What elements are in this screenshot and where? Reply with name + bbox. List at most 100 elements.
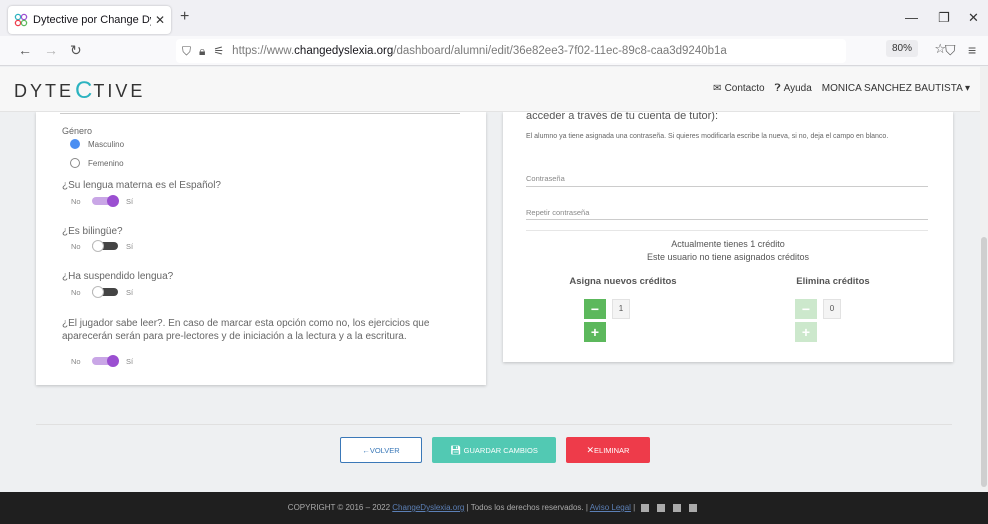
account-credits-card: acceder a través de tu cuenta de tutor):… (503, 112, 953, 362)
permissions-icon[interactable]: ⚟ (213, 44, 224, 58)
toggle-yes-label: Sí (126, 197, 134, 206)
gender-female-radio[interactable] (70, 158, 80, 168)
user-name: MONICA SANCHEZ BAUTISTA (821, 83, 963, 94)
changedyslexia-link[interactable]: ChangeDyslexia.org (392, 503, 464, 512)
rights-text: | Todos los derechos reservados. | (464, 503, 590, 512)
question-bilingual: ¿Es bilingüe? (62, 226, 123, 237)
lock-icon[interactable]: 🔒︎ (199, 44, 205, 59)
logo-c-mark: C (75, 77, 93, 104)
remove-decrement-button[interactable]: − (795, 299, 817, 319)
toggle-yes-label: Sí (126, 357, 134, 366)
bilingual-toggle[interactable] (92, 240, 120, 252)
site-header: DYTE C TIVE ✉ Contacto ❓︎ Ayuda MONICA SANCH… (0, 67, 988, 112)
contact-link[interactable]: ✉ Contacto (713, 83, 764, 94)
toggle-yes-label: Sí (126, 288, 134, 297)
main-content: Género Masculino Femenino ¿Su lengua mat… (0, 112, 980, 492)
linkedin-icon[interactable] (656, 503, 665, 512)
tutor-account-title: acceder a través de tu cuenta de tutor): (526, 112, 719, 122)
copyright-text: COPYRIGHT © 2016 – 2022 (287, 503, 393, 512)
toggle-no-label: No (71, 197, 81, 206)
minimize-icon[interactable]: — (905, 10, 918, 25)
question-native-spanish: ¿Su lengua materna es el Español? (62, 180, 221, 191)
toggle-no-label: No (71, 357, 81, 366)
delete-button[interactable]: ✕ELIMINAR (566, 437, 650, 463)
footer-separator: | (630, 503, 636, 512)
gender-male-label: Masculino (88, 140, 125, 149)
browser-nav-bar: ← → ↻ ⛉ 🔒︎ ⚟ https://www. changedyslexia.… (0, 36, 988, 66)
can-read-toggle[interactable] (92, 355, 120, 367)
assign-credits-value: 1 (612, 299, 630, 319)
new-tab-icon[interactable]: + (180, 8, 189, 26)
password-input[interactable] (526, 186, 928, 187)
password-label: Contraseña (526, 174, 565, 183)
gender-male-radio[interactable] (70, 139, 80, 149)
zoom-level[interactable]: 80% (885, 40, 918, 57)
twitter-icon[interactable] (672, 503, 681, 512)
scrollbar-thumb[interactable] (981, 237, 987, 487)
user-credits-text: Este usuario no tiene asignados créditos (646, 252, 810, 262)
close-tab-icon[interactable]: ✕ (155, 13, 165, 27)
back-label: VOLVER (369, 446, 400, 455)
toggle-no-label: No (71, 288, 81, 297)
remove-increment-button[interactable]: + (795, 322, 817, 342)
browser-tab[interactable]: Dytective por Change Dyslexia ✕ (8, 6, 171, 34)
question-failed-language: ¿Ha suspendido lengua? (62, 271, 174, 282)
failed-language-toggle[interactable] (92, 286, 120, 298)
forward-arrow-icon[interactable]: → (44, 42, 58, 58)
url-prefix: https://www. (232, 45, 295, 57)
reload-icon[interactable]: ↻ (70, 42, 82, 59)
question-circle-icon: ❓︎ (774, 83, 781, 94)
restore-icon[interactable]: ❐ (938, 10, 950, 26)
browser-tab-bar: Dytective por Change Dyslexia ✕ + — ❐ ✕ (0, 0, 988, 36)
back-arrow-icon[interactable]: ← (18, 42, 32, 58)
password-note: El alumno ya tiene asignada una contrase… (526, 133, 889, 140)
section-divider (60, 113, 460, 114)
page-scrollbar[interactable] (980, 67, 988, 492)
help-label: Ayuda (783, 83, 812, 94)
remove-credits-value: 0 (823, 299, 841, 319)
close-window-icon[interactable]: ✕ (968, 10, 979, 26)
actions-divider (36, 424, 952, 425)
toggle-no-label: No (71, 242, 81, 251)
address-bar[interactable]: ⛉ 🔒︎ ⚟ https://www. changedyslexia.org/da… (176, 39, 846, 63)
native-spanish-toggle[interactable] (92, 195, 120, 207)
logo-text-right: TIVE (93, 80, 146, 101)
contact-label: Contacto (724, 83, 765, 94)
floppy-disk-icon: 💾︎ (450, 445, 462, 455)
tab-title: Dytective por Change Dyslexia (33, 14, 151, 26)
x-icon: ✕ (586, 445, 595, 455)
gender-label: Género (62, 126, 93, 136)
instagram-icon[interactable] (689, 503, 698, 512)
help-link[interactable]: ❓︎ Ayuda (775, 83, 812, 94)
pocket-icon[interactable]: ⛉ (945, 42, 956, 59)
current-credits-text: Actualmente tienes 1 crédito (671, 239, 785, 249)
site-footer: COPYRIGHT © 2016 – 2022 ChangeDyslexia.o… (0, 492, 988, 524)
url-host: changedyslexia.org (294, 45, 394, 57)
arrow-left-icon: ← (362, 446, 370, 455)
toggle-yes-label: Sí (126, 242, 134, 251)
facebook-icon[interactable] (640, 503, 649, 512)
menu-icon[interactable]: ≡ (968, 42, 976, 58)
assign-increment-button[interactable]: + (584, 322, 606, 342)
repeat-password-label: Repetir contraseña (526, 208, 590, 217)
back-button[interactable]: ←VOLVER (340, 437, 422, 463)
site-favicon-icon (14, 13, 28, 27)
envelope-icon: ✉ (713, 83, 722, 94)
student-form-card: Género Masculino Femenino ¿Su lengua mat… (36, 112, 486, 385)
caret-down-icon: ▾ (964, 83, 970, 94)
shield-icon[interactable]: ⛉ (182, 44, 191, 59)
delete-label: ELIMINAR (594, 446, 630, 455)
dytective-logo[interactable]: DYTE C TIVE (14, 77, 145, 105)
user-menu[interactable]: MONICA SANCHEZ BAUTISTA ▾ (822, 83, 970, 94)
section-divider (526, 230, 928, 231)
legal-notice-link[interactable]: Aviso Legal (590, 503, 631, 512)
assign-credits-title: Asigna nuevos créditos (569, 276, 677, 287)
save-label: GUARDAR CAMBIOS (463, 446, 538, 455)
repeat-password-input[interactable] (526, 219, 928, 220)
logo-text-left: DYTE (14, 80, 75, 101)
save-changes-button[interactable]: 💾︎ GUARDAR CAMBIOS (432, 437, 556, 463)
url-path: /dashboard/alumni/edit/36e82ee3-7f02-11e… (393, 45, 727, 57)
gender-female-label: Femenino (88, 159, 124, 168)
assign-decrement-button[interactable]: − (584, 299, 606, 319)
question-can-read: ¿El jugador sabe leer?. En caso de marca… (62, 318, 430, 342)
